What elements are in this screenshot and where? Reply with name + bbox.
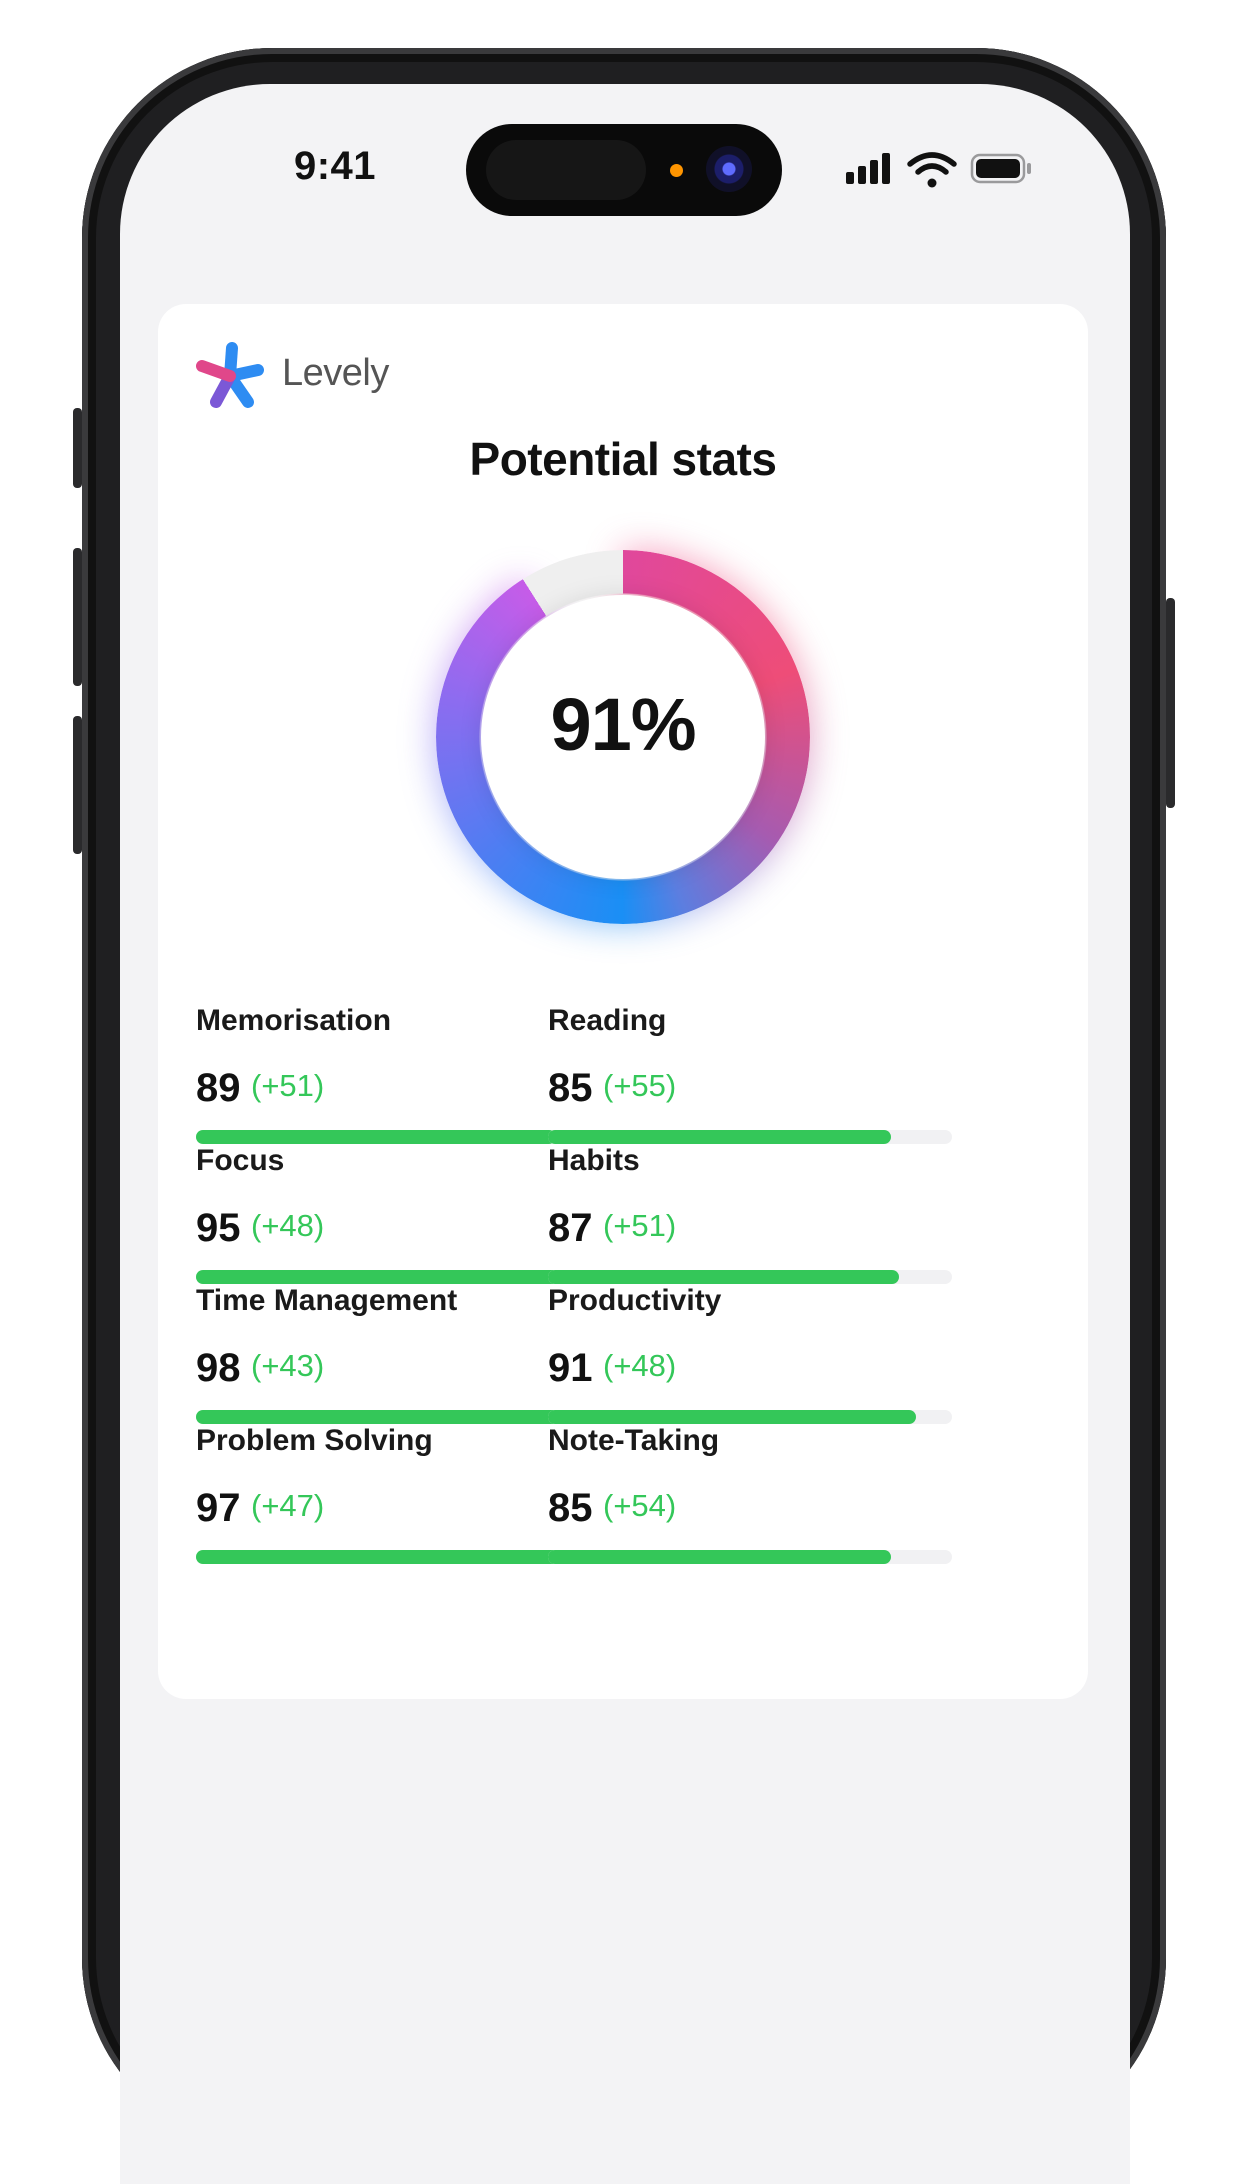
- stat-progress-fill: [196, 1410, 592, 1424]
- stat-label: Problem Solving: [196, 1424, 433, 1457]
- stat-progress-track: [548, 1130, 952, 1144]
- stat-item: Problem Solving 97 (+47): [196, 1424, 600, 1574]
- stat-progress-track: [548, 1410, 952, 1424]
- stat-progress-fill: [548, 1130, 892, 1144]
- brand-name: Levely: [282, 352, 389, 394]
- overall-progress-ring: 91%: [420, 534, 826, 940]
- battery-icon: [970, 153, 1031, 184]
- levely-logo-icon: [196, 342, 264, 408]
- stat-item: Note-Taking 85 (+54): [548, 1424, 952, 1574]
- status-icons: [844, 150, 1064, 190]
- stat-item: Reading 85 (+55): [548, 1004, 952, 1154]
- power-button: [1166, 598, 1175, 808]
- volume-down-button: [73, 716, 82, 854]
- stat-delta: (+48): [603, 1348, 677, 1383]
- overall-percentage: 91%: [550, 683, 696, 766]
- stat-value: 97: [196, 1486, 241, 1530]
- stat-item: Time Management 98 (+43): [196, 1284, 600, 1434]
- stat-item: Productivity 91 (+48): [548, 1284, 952, 1434]
- stat-progress-track: [548, 1270, 952, 1284]
- stat-progress-track: [196, 1130, 600, 1144]
- stat-progress-fill: [548, 1410, 916, 1424]
- phone-screen: 9:41 Levely Potential stats 91% Memorisa…: [120, 84, 1130, 2184]
- stat-label: Note-Taking: [548, 1424, 720, 1457]
- status-time: 9:41: [293, 144, 377, 188]
- stat-value: 98: [196, 1346, 241, 1390]
- stat-progress-track: [196, 1270, 600, 1284]
- stat-delta: (+51): [251, 1068, 325, 1103]
- stat-delta: (+48): [251, 1208, 325, 1243]
- stat-progress-track: [196, 1550, 600, 1564]
- stat-label: Memorisation: [196, 1004, 392, 1037]
- stat-progress-track: [196, 1410, 600, 1424]
- stat-value: 87: [548, 1206, 593, 1250]
- privacy-indicator-dot: [670, 164, 683, 177]
- stat-value: 91: [548, 1346, 593, 1390]
- stat-value: 89: [196, 1066, 241, 1110]
- wifi-icon: [907, 152, 957, 188]
- stat-progress-fill: [548, 1270, 900, 1284]
- stat-value: 85: [548, 1066, 593, 1110]
- island-sensor-area: [486, 140, 646, 200]
- page-title: Potential stats: [469, 433, 777, 485]
- stat-label: Time Management: [196, 1284, 458, 1317]
- volume-up-button: [73, 548, 82, 686]
- action-button: [73, 408, 82, 488]
- stat-value: 85: [548, 1486, 593, 1530]
- stat-item: Focus 95 (+48): [196, 1144, 600, 1294]
- stat-progress-fill: [196, 1130, 556, 1144]
- stat-delta: (+51): [603, 1208, 677, 1243]
- stat-progress-fill: [196, 1550, 588, 1564]
- stat-progress-fill: [196, 1270, 580, 1284]
- stat-item: Habits 87 (+51): [548, 1144, 952, 1294]
- stat-value: 95: [196, 1206, 241, 1250]
- dynamic-island: [466, 124, 782, 216]
- stats-card: Levely Potential stats 91% Memorisation 8…: [158, 304, 1088, 1699]
- stat-delta: (+43): [251, 1348, 325, 1383]
- stat-delta: (+47): [251, 1488, 325, 1523]
- cellular-signal-icon: [846, 153, 890, 184]
- stat-progress-fill: [548, 1550, 892, 1564]
- stat-label: Habits: [548, 1144, 640, 1177]
- stat-label: Focus: [196, 1144, 285, 1177]
- stat-progress-track: [548, 1550, 952, 1564]
- stat-label: Reading: [548, 1004, 667, 1037]
- stat-item: Memorisation 89 (+51): [196, 1004, 600, 1154]
- stat-label: Productivity: [548, 1284, 722, 1317]
- stat-delta: (+55): [603, 1068, 677, 1103]
- stat-delta: (+54): [603, 1488, 677, 1523]
- front-camera-icon: [706, 146, 752, 192]
